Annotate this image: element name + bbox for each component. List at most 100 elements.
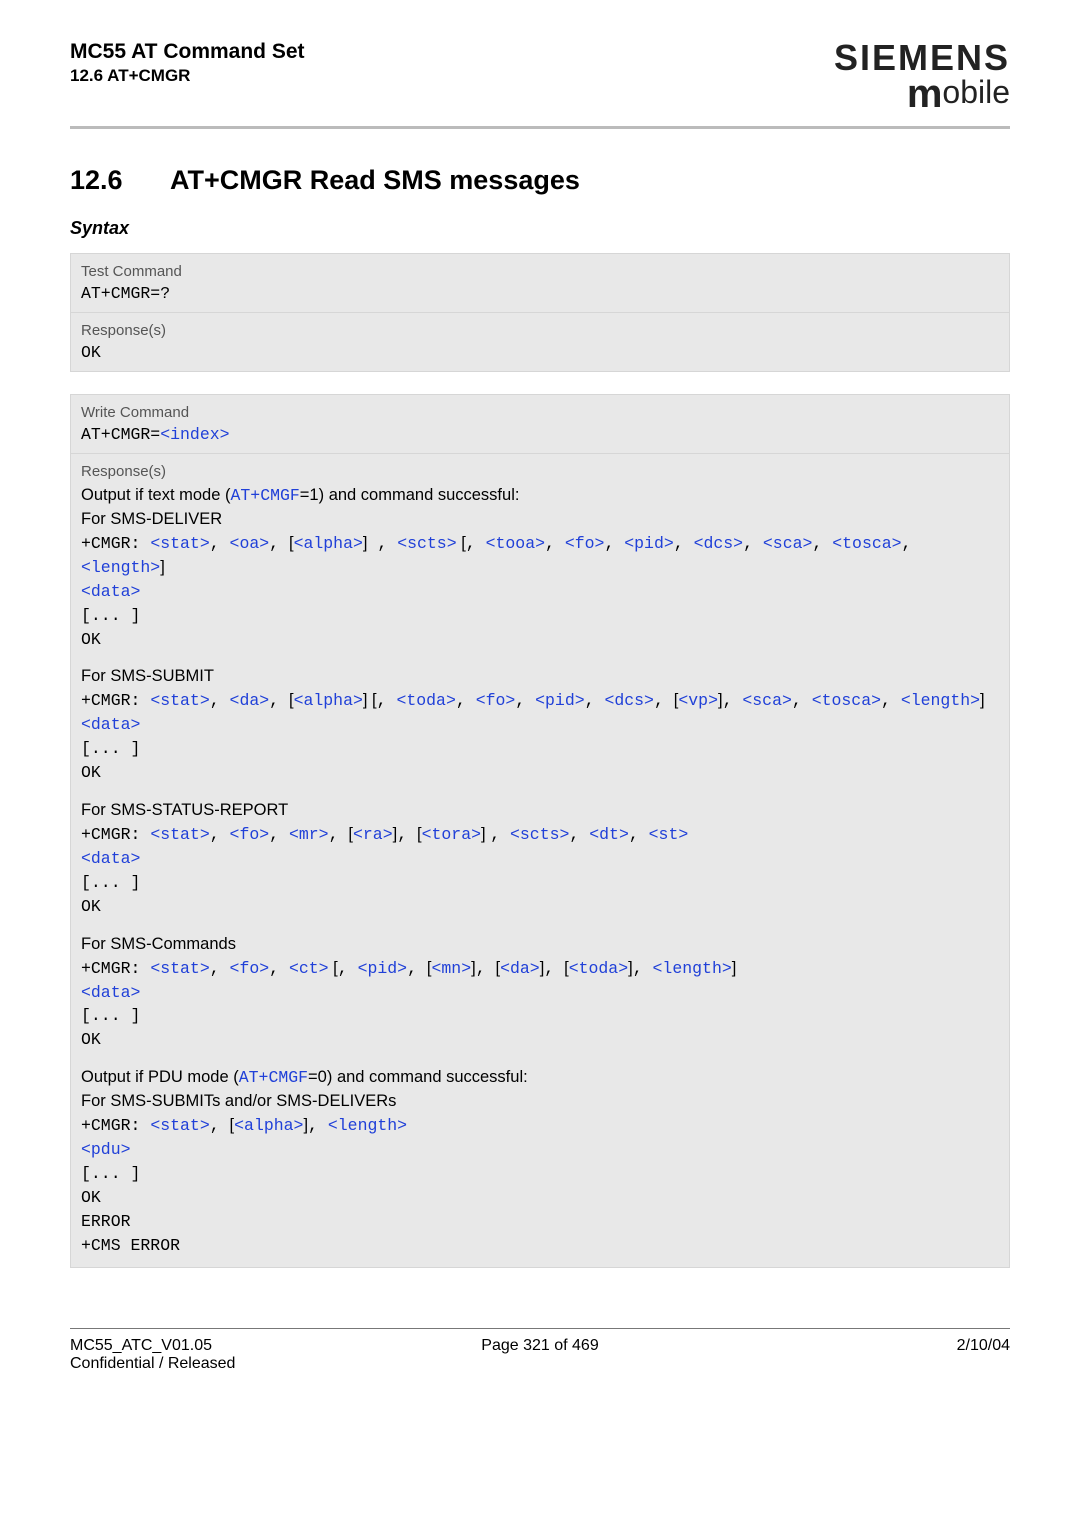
out-pdu-pre: Output if PDU mode (: [81, 1068, 239, 1086]
p-alpha-1[interactable]: <alpha>: [294, 534, 363, 553]
for-sms-deliver: For SMS-DELIVER: [81, 510, 222, 528]
p-sca-1[interactable]: <sca>: [763, 534, 813, 553]
p-tosca-1[interactable]: <tosca>: [832, 534, 901, 553]
p-tosca-2[interactable]: <tosca>: [812, 691, 881, 710]
footer-confidential: Confidential / Released: [70, 1355, 235, 1373]
section-number: 12.6: [70, 165, 170, 196]
doc-title: MC55 AT Command Set: [70, 40, 305, 64]
out-text-post1: =1) and command successful:: [300, 486, 520, 504]
ok-4: OK: [81, 1030, 101, 1049]
test-response-value: OK: [71, 340, 1009, 371]
p-stat-5[interactable]: <stat>: [150, 1116, 209, 1135]
for-sms-commands: For SMS-Commands: [81, 935, 236, 953]
ok-5: OK: [81, 1188, 101, 1207]
doc-subtitle: 12.6 AT+CMGR: [70, 66, 305, 86]
write-cmd-prefix: AT+CMGR=: [81, 425, 160, 444]
p-pid-3[interactable]: <pid>: [358, 959, 408, 978]
p-data-3[interactable]: <data>: [81, 849, 140, 868]
mobile-rest: obile: [942, 74, 1010, 110]
p-stat-2[interactable]: <stat>: [150, 691, 209, 710]
p-sca-2[interactable]: <sca>: [742, 691, 792, 710]
p-fo-2[interactable]: <fo>: [476, 691, 516, 710]
p-data-1[interactable]: <data>: [81, 582, 140, 601]
footer-left: MC55_ATC_V01.05 Confidential / Released: [70, 1337, 235, 1373]
cmgr-prefix-5: +CMGR:: [81, 1116, 150, 1135]
mobile-wordmark: mobile: [834, 74, 1010, 114]
p-stat-4[interactable]: <stat>: [150, 959, 209, 978]
p-dcs-1[interactable]: <dcs>: [694, 534, 744, 553]
p-length-1[interactable]: <length>: [81, 558, 160, 577]
p-da-1[interactable]: <da>: [230, 691, 270, 710]
atcmgf-link-2[interactable]: AT+CMGF: [239, 1068, 308, 1087]
cmgr-prefix-4: +CMGR:: [81, 959, 150, 978]
p-scts-1[interactable]: <scts>: [397, 534, 456, 553]
write-response-label: Response(s): [71, 454, 1009, 481]
p-data-4[interactable]: <data>: [81, 983, 140, 1002]
out-text-pre: Output if text mode (: [81, 486, 230, 504]
p-alpha-2[interactable]: <alpha>: [294, 691, 363, 710]
for-sms-submit: For SMS-SUBMIT: [81, 667, 214, 685]
p-oa[interactable]: <oa>: [230, 534, 270, 553]
p-ct[interactable]: <ct>: [289, 959, 329, 978]
page-footer: MC55_ATC_V01.05 Confidential / Released …: [70, 1328, 1010, 1373]
p-mr[interactable]: <mr>: [289, 825, 329, 844]
p-length-3[interactable]: <length>: [653, 959, 732, 978]
dots-2: [... ]: [81, 739, 140, 758]
footer-date: 2/10/04: [957, 1337, 1010, 1373]
p-pid-1[interactable]: <pid>: [624, 534, 674, 553]
p-st[interactable]: <st>: [649, 825, 689, 844]
brand-logo: SIEMENS mobile: [834, 40, 1010, 114]
write-response-body: Output if text mode (AT+CMGF=1) and comm…: [71, 481, 1009, 1267]
section-heading: 12.6AT+CMGR Read SMS messages: [70, 165, 1010, 196]
p-alpha-3[interactable]: <alpha>: [234, 1116, 303, 1135]
p-length-4[interactable]: <length>: [328, 1116, 407, 1135]
out-pdu-post: =0) and command successful:: [308, 1068, 528, 1086]
cmgr-prefix-1: +CMGR:: [81, 534, 150, 553]
dots-3: [... ]: [81, 873, 140, 892]
p-dcs-2[interactable]: <dcs>: [604, 691, 654, 710]
section-title: AT+CMGR Read SMS messages: [170, 165, 580, 195]
test-command-cmd: AT+CMGR=?: [71, 281, 1009, 313]
dots-1: [... ]: [81, 606, 140, 625]
test-command-box: Test Command AT+CMGR=? Response(s) OK: [70, 253, 1010, 372]
p-length-2[interactable]: <length>: [901, 691, 980, 710]
p-fo-4[interactable]: <fo>: [230, 959, 270, 978]
write-command-label: Write Command: [71, 395, 1009, 422]
p-da-2[interactable]: <da>: [500, 959, 540, 978]
p-dt[interactable]: <dt>: [589, 825, 629, 844]
syntax-label: Syntax: [70, 218, 1010, 239]
p-pid-2[interactable]: <pid>: [535, 691, 585, 710]
ok-3: OK: [81, 897, 101, 916]
p-toda-1[interactable]: <toda>: [396, 691, 455, 710]
p-scts-2[interactable]: <scts>: [510, 825, 569, 844]
atcmgf-link[interactable]: AT+CMGF: [230, 486, 299, 505]
p-ra[interactable]: <ra>: [353, 825, 393, 844]
for-sms-status-report: For SMS-STATUS-REPORT: [81, 801, 288, 819]
p-stat-1[interactable]: <stat>: [150, 534, 209, 553]
dots-4: [... ]: [81, 1006, 140, 1025]
test-response-label: Response(s): [71, 313, 1009, 340]
p-tora[interactable]: <tora>: [422, 825, 481, 844]
param-index[interactable]: <index>: [160, 425, 229, 444]
p-fo-3[interactable]: <fo>: [230, 825, 270, 844]
p-fo-1[interactable]: <fo>: [565, 534, 605, 553]
write-command-box: Write Command AT+CMGR=<index> Response(s…: [70, 394, 1010, 1268]
p-mn[interactable]: <mn>: [431, 959, 471, 978]
p-vp[interactable]: <vp>: [678, 691, 718, 710]
p-pdu[interactable]: <pdu>: [81, 1140, 131, 1159]
header-left: MC55 AT Command Set 12.6 AT+CMGR: [70, 40, 305, 86]
p-tooa[interactable]: <tooa>: [486, 534, 545, 553]
error-line: ERROR: [81, 1212, 131, 1231]
p-toda-2[interactable]: <toda>: [569, 959, 628, 978]
for-pdu: For SMS-SUBMITs and/or SMS-DELIVERs: [81, 1092, 396, 1110]
page-header: MC55 AT Command Set 12.6 AT+CMGR SIEMENS…: [70, 40, 1010, 129]
footer-docid: MC55_ATC_V01.05: [70, 1337, 235, 1355]
cms-error-line: +CMS ERROR: [81, 1236, 180, 1255]
test-command-label: Test Command: [71, 254, 1009, 281]
cmgr-prefix-2: +CMGR:: [81, 691, 150, 710]
p-data-2[interactable]: <data>: [81, 715, 140, 734]
footer-page-number: Page 321 of 469: [481, 1337, 598, 1355]
mobile-m: m: [907, 72, 943, 116]
p-stat-3[interactable]: <stat>: [150, 825, 209, 844]
dots-5: [... ]: [81, 1164, 140, 1183]
